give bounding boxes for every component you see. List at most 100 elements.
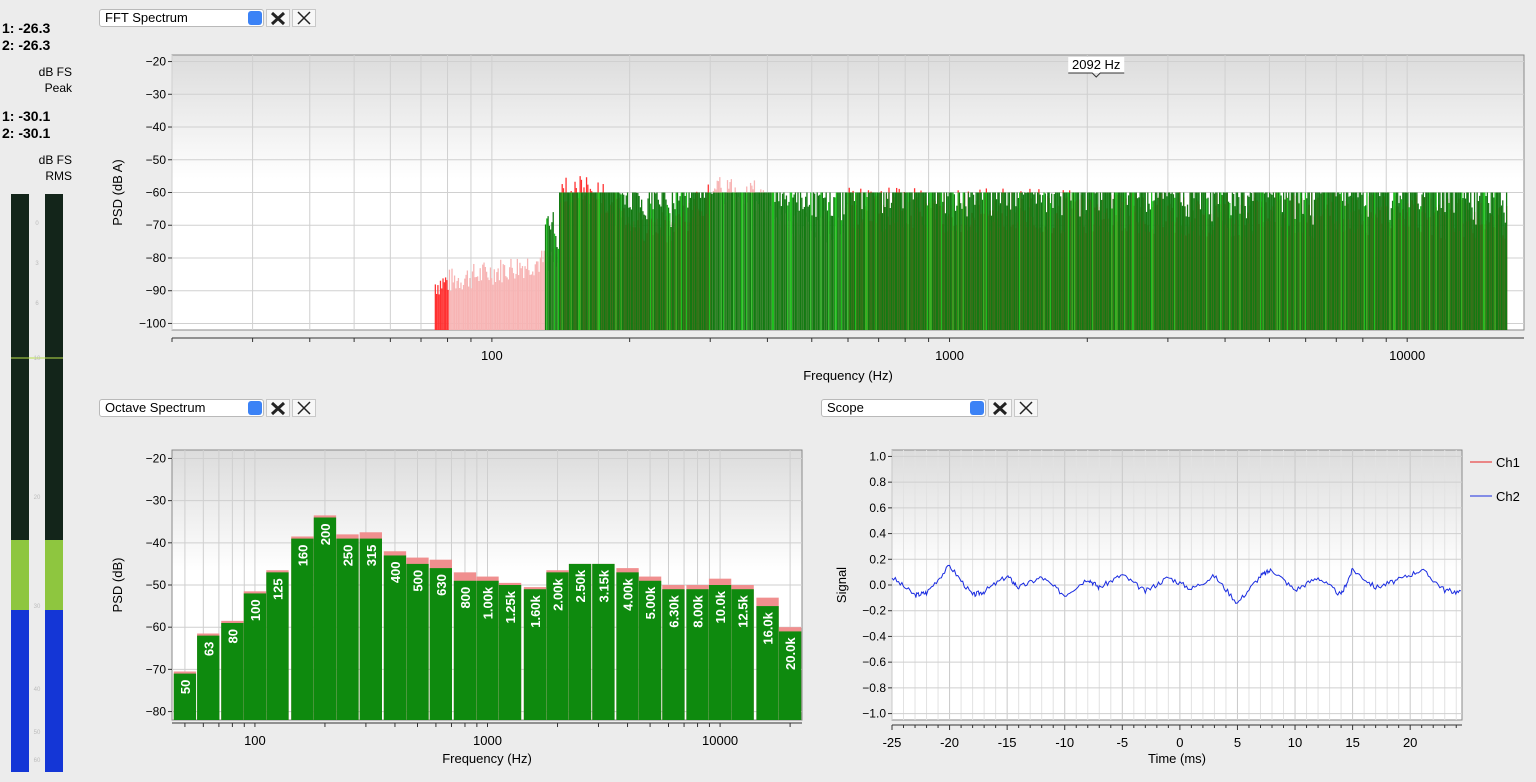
octave-tools-button[interactable] (266, 399, 290, 417)
octave-bar-label: 80 (225, 629, 240, 643)
spectrum-bar-ch2 (715, 192, 717, 330)
x-tick-label: 0 (1176, 735, 1183, 750)
spectrum-bar-ch2 (747, 192, 749, 330)
spectrum-bar-ch2 (719, 192, 721, 330)
spectrum-bar-ch2 (933, 192, 935, 330)
scope-close-button[interactable] (1014, 399, 1038, 417)
spectrum-bar-ch2 (1136, 198, 1139, 330)
spectrum-bar-ch2 (1206, 198, 1208, 330)
spectrum-bar-ch2 (1280, 195, 1282, 330)
octave-close-button[interactable] (292, 399, 316, 417)
octave-panel-selector-label: Octave Spectrum (105, 400, 206, 415)
spectrum-bar-ch2 (1130, 192, 1132, 330)
spectrum-bar-ch2 (1044, 193, 1046, 330)
spectrum-bar-ch2 (1341, 200, 1344, 330)
spectrum-bar-ch2 (1065, 192, 1067, 330)
spectrum-bar-ch2 (1244, 205, 1246, 330)
meter-ch1 (11, 194, 29, 772)
spectrum-bar-ch2 (1027, 192, 1030, 330)
spectrum-bar-ch2 (1404, 192, 1407, 330)
y-tick-label: −80 (146, 705, 167, 719)
spectrum-bar-ch2 (673, 203, 675, 330)
spectrum-bar-ch2 (902, 208, 904, 330)
spectrum-bar-ch2 (833, 197, 835, 330)
spectrum-bar-ch1 (541, 250, 543, 330)
spectrum-bar-ch2 (1022, 194, 1025, 330)
spectrum-bar-ch2 (655, 193, 657, 330)
spectrum-bar-ch2 (929, 192, 931, 330)
spectrum-bar-ch1 (446, 280, 448, 330)
spectrum-bar-ch2 (1248, 196, 1250, 330)
spectrum-bar-ch2 (689, 197, 691, 330)
spectrum-bar-ch2 (1024, 192, 1026, 330)
spectrum-bar-ch1 (465, 274, 467, 330)
spectrum-bar-ch2 (766, 192, 768, 330)
octave-bar-label: 63 (201, 642, 216, 656)
fft-close-button[interactable] (292, 9, 316, 27)
spectrum-bar-ch2 (978, 192, 980, 330)
spectrum-bar-ch2 (908, 192, 911, 330)
spectrum-bar-ch2 (1235, 192, 1237, 330)
peak-unit: dB FS (38, 65, 72, 79)
spectrum-bar-ch2 (899, 192, 902, 330)
spectrum-bar-ch2 (1056, 192, 1058, 330)
spectrum-bar-ch2 (1110, 192, 1112, 330)
spectrum-bar-ch1 (515, 273, 517, 330)
spectrum-bar-ch2 (1403, 192, 1405, 330)
y-tick-label: 0.2 (869, 552, 886, 566)
spectrum-bar-ch2 (1312, 224, 1314, 330)
spectrum-bar-ch2 (1220, 192, 1222, 330)
spectrum-bar-ch2 (605, 192, 607, 330)
spectrum-bar-ch2 (582, 192, 584, 330)
spectrum-bar-ch2 (1455, 192, 1458, 330)
spectrum-bar-ch1 (435, 293, 438, 330)
spectrum-bar-ch2 (1331, 192, 1333, 330)
spectrum-bar-ch2 (615, 192, 617, 330)
spectrum-bar-ch2 (1175, 192, 1177, 330)
spectrum-bar-ch2 (1231, 192, 1234, 330)
x-tick-label: 100 (244, 733, 266, 748)
spectrum-bar-ch2 (1491, 192, 1494, 330)
spectrum-bar-ch2 (1429, 192, 1431, 330)
scope-panel-selector[interactable]: Scope (821, 399, 986, 417)
spectrum-bar-ch2 (1373, 192, 1376, 330)
spectrum-bar-ch2 (1026, 192, 1029, 330)
spectrum-bar-ch2 (738, 192, 740, 330)
spectrum-bar-ch2 (1332, 192, 1335, 330)
spectrum-bar-ch2 (1230, 215, 1232, 330)
fft-tools-button[interactable] (266, 9, 290, 27)
spectrum-bar-ch2 (571, 192, 574, 330)
spectrum-bar-ch2 (1167, 192, 1169, 330)
spectrum-bar-ch2 (1107, 192, 1109, 330)
spectrum-bar-ch2 (1282, 192, 1285, 330)
level-meters: 0 3 6 10 20 30 40 50 60 (11, 194, 63, 772)
spectrum-bar-ch2 (683, 192, 685, 330)
spectrum-bar-ch2 (676, 192, 679, 330)
spectrum-bar-ch2 (566, 192, 568, 330)
spectrum-bar-ch2 (565, 192, 567, 330)
spectrum-bar-ch2 (1426, 192, 1428, 330)
spectrum-bar-ch2 (1179, 192, 1181, 330)
spectrum-bar-ch2 (1250, 193, 1253, 330)
octave-panel-selector[interactable]: Octave Spectrum (99, 399, 264, 417)
spectrum-bar-ch2 (602, 192, 604, 330)
spectrum-bar-ch2 (1459, 192, 1462, 330)
spectrum-bar-ch2 (660, 206, 662, 330)
spectrum-bar-ch2 (597, 192, 599, 330)
spectrum-bar-ch2 (1194, 192, 1196, 330)
spectrum-bar-ch2 (621, 193, 624, 330)
spectrum-bar-ch2 (1353, 192, 1355, 330)
fft-panel-selector[interactable]: FFT Spectrum (99, 9, 264, 27)
spectrum-bar-ch2 (1471, 207, 1473, 330)
spectrum-bar-ch1 (525, 268, 527, 330)
spectrum-bar-ch2 (662, 192, 665, 330)
spectrum-bar-ch2 (1202, 192, 1204, 330)
spectrum-bar-ch2 (952, 192, 954, 330)
spectrum-bar-ch2 (1430, 192, 1432, 330)
rms-label: RMS (45, 169, 72, 183)
y-axis-label: Signal (834, 567, 849, 603)
spectrum-bar-ch2 (1448, 202, 1450, 330)
spectrum-bar-ch2 (1367, 216, 1369, 330)
scope-tools-button[interactable] (988, 399, 1012, 417)
spectrum-bar-ch2 (962, 192, 964, 330)
